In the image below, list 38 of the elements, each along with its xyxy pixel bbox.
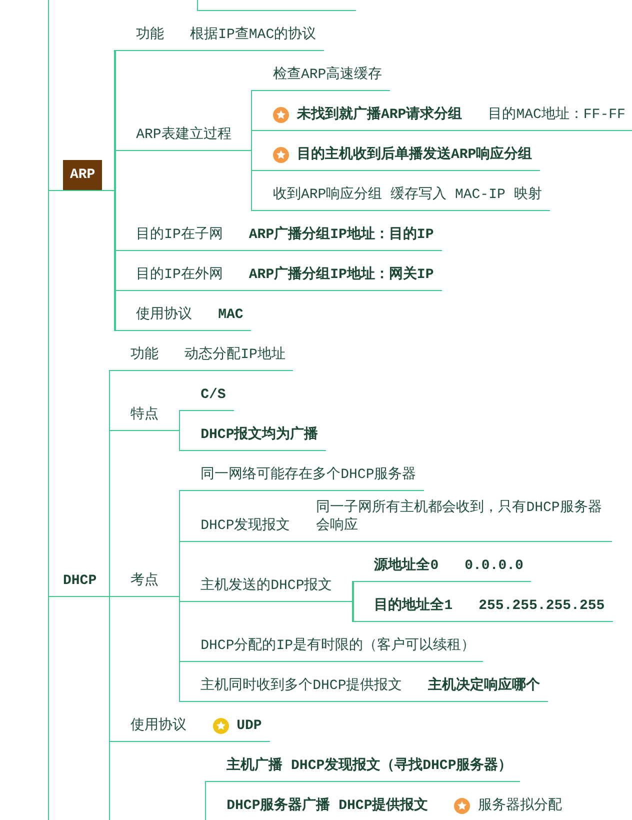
topic-text: 使用协议: [130, 717, 187, 735]
topic-text: 目的主机收到后单播发送ARP响应分组: [296, 146, 532, 164]
topic-text: 源地址全0: [374, 557, 439, 575]
topic-text: DHCP发现报文: [200, 517, 290, 535]
topic-text: DHCP: [63, 572, 97, 590]
topic-text: 0.0.0.0: [464, 557, 524, 575]
topic-text: 考点: [130, 572, 159, 590]
topic-text: 同一网络可能存在多个DHCP服务器: [200, 466, 416, 484]
topic-text: 主机决定响应哪个: [428, 677, 540, 695]
topic-text: 根据IP查MAC的协议: [190, 26, 316, 44]
topic-text: ARP表建立过程: [136, 126, 232, 144]
topic-text: 使用协议: [136, 306, 192, 324]
topic-text: 同一子网所有主机都会收到，只有DHCP服务器会响应: [316, 499, 603, 535]
topic-text: 动态分配IP地址: [184, 346, 286, 364]
topic-text: ARP: [63, 160, 102, 190]
topic-text: 主机发送的DHCP报文: [200, 577, 332, 595]
topic-text: DHCP分配的IP是有时限的（客户可以续租）: [200, 637, 476, 655]
topic-text: UDP: [236, 717, 262, 735]
topic-text: 目的IP在子网: [136, 226, 223, 244]
topic-text: 主机同时收到多个DHCP提供报文: [200, 677, 402, 695]
topic-text: MAC: [218, 306, 244, 324]
topic-text: C/S: [200, 386, 226, 404]
topic-text: DHCP报文均为广播: [200, 426, 318, 444]
topic-text: DHCP服务器广播 DHCP提供报文: [226, 797, 428, 815]
topic-text: 目的地址全1: [374, 597, 453, 615]
topic-text: 未找到就广播ARP请求分组: [296, 106, 462, 124]
topic-text: 主机广播 DHCP发现报文（寻找DHCP服务器）: [226, 757, 512, 775]
topic-text: 特点: [130, 406, 159, 424]
topic-text: 服务器拟分配: [478, 797, 562, 815]
topic-text: 目的MAC地址：FF-FF: [488, 106, 626, 124]
topic-text: 检查ARP高速缓存: [272, 66, 382, 84]
topic-text: 255.255.255.255: [478, 597, 605, 615]
topic-text: 功能: [136, 26, 164, 44]
topic-text: 目的IP在外网: [136, 266, 223, 284]
topic-text: ARP广播分组IP地址：目的IP: [248, 226, 434, 244]
topic-text: ARP广播分组IP地址：网关IP: [248, 266, 434, 284]
topic-text: 收到ARP响应分组 缓存写入 MAC-IP 映射: [272, 186, 542, 204]
topic-text: 功能: [130, 346, 159, 364]
